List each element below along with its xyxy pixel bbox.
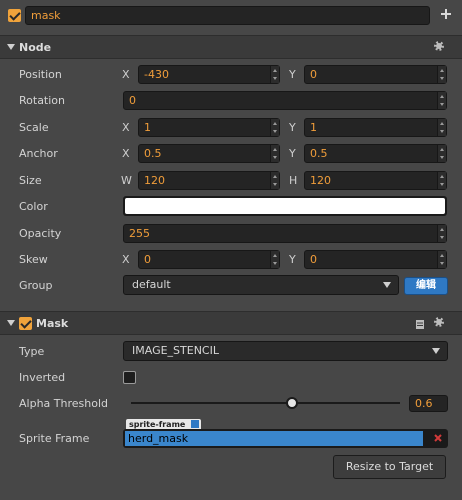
skew-y-label: Y (289, 253, 296, 266)
anchor-x-value: 0.5 (144, 147, 162, 160)
scale-x-input[interactable]: 1 (138, 118, 280, 137)
position-label: Position (19, 68, 62, 81)
color-swatch[interactable] (123, 196, 447, 216)
size-h-label: H (289, 174, 298, 187)
spinner-icon[interactable] (437, 119, 446, 136)
alpha-threshold-value: 0.6 (415, 397, 433, 410)
mask-section-header[interactable]: Mask (0, 311, 462, 335)
spinner-icon[interactable] (437, 251, 446, 268)
rotation-value: 0 (129, 94, 136, 107)
size-h-input[interactable]: 120 (304, 171, 447, 190)
collapse-triangle-icon[interactable] (7, 44, 15, 50)
color-label: Color (19, 200, 48, 213)
alpha-threshold-slider-thumb[interactable] (286, 397, 299, 409)
mask-enabled-checkbox[interactable] (19, 317, 32, 330)
sprite-frame-tag-text: sprite-frame (129, 420, 186, 429)
skew-x-input[interactable]: 0 (138, 250, 280, 269)
spinner-icon[interactable] (270, 145, 279, 162)
spinner-icon[interactable] (270, 172, 279, 189)
alpha-threshold-input[interactable]: 0.6 (409, 395, 448, 412)
color-swatch-fill (125, 198, 445, 214)
position-x-value: -430 (144, 68, 169, 81)
spinner-icon[interactable] (437, 92, 446, 109)
skew-y-value: 0 (310, 253, 317, 266)
size-w-input[interactable]: 120 (138, 171, 280, 190)
link-icon[interactable] (191, 420, 200, 428)
scale-y-value: 1 (310, 121, 317, 134)
spinner-icon[interactable] (437, 172, 446, 189)
skew-label: Skew (19, 253, 48, 266)
node-section-title: Node (19, 41, 52, 54)
rotation-label: Rotation (19, 94, 66, 107)
resize-to-target-button[interactable]: Resize to Target (333, 455, 446, 479)
skew-y-input[interactable]: 0 (304, 250, 447, 269)
position-y-label: Y (289, 68, 296, 81)
scale-y-label: Y (289, 121, 296, 134)
book-icon[interactable] (416, 319, 424, 329)
alpha-threshold-slider-track[interactable] (131, 402, 400, 404)
spinner-icon[interactable] (270, 251, 279, 268)
anchor-x-input[interactable]: 0.5 (138, 144, 280, 163)
gear-icon[interactable] (434, 41, 444, 51)
inverted-label: Inverted (19, 371, 66, 384)
skew-x-value: 0 (144, 253, 151, 266)
group-select-value: default (132, 278, 171, 291)
node-section-header[interactable]: Node (0, 35, 462, 59)
anchor-x-label: X (122, 147, 130, 160)
size-h-value: 120 (310, 174, 331, 187)
spinner-icon[interactable] (270, 119, 279, 136)
node-name-input[interactable]: mask (25, 6, 430, 25)
mask-section-title: Mask (36, 317, 69, 330)
plus-icon[interactable] (440, 8, 452, 20)
rotation-input[interactable]: 0 (123, 91, 447, 110)
size-w-value: 120 (144, 174, 165, 187)
scale-x-label: X (122, 121, 130, 134)
anchor-y-label: Y (289, 147, 296, 160)
sprite-frame-value: herd_mask (128, 432, 189, 445)
size-label: Size (19, 174, 42, 187)
collapse-triangle-icon[interactable] (7, 320, 15, 326)
type-label: Type (19, 345, 45, 358)
anchor-y-input[interactable]: 0.5 (304, 144, 447, 163)
scale-x-value: 1 (144, 121, 151, 134)
scale-y-input[interactable]: 1 (304, 118, 447, 137)
node-name-text: mask (31, 9, 61, 22)
group-label: Group (19, 279, 53, 292)
spinner-icon[interactable] (270, 66, 279, 83)
opacity-label: Opacity (19, 227, 62, 240)
close-icon[interactable] (432, 432, 444, 444)
sprite-frame-field[interactable]: herd_mask (123, 429, 448, 448)
position-x-label: X (122, 68, 130, 81)
opacity-value: 255 (129, 227, 150, 240)
inverted-checkbox[interactable] (123, 371, 136, 384)
group-select[interactable]: default (123, 275, 399, 295)
spinner-icon[interactable] (437, 145, 446, 162)
type-select[interactable]: IMAGE_STENCIL (123, 341, 448, 361)
type-select-value: IMAGE_STENCIL (132, 344, 219, 357)
opacity-input[interactable]: 255 (123, 224, 447, 243)
spinner-icon[interactable] (437, 225, 446, 242)
spinner-icon[interactable] (437, 66, 446, 83)
position-y-input[interactable]: 0 (304, 65, 447, 84)
chevron-down-icon (432, 348, 440, 354)
position-y-value: 0 (310, 68, 317, 81)
gear-icon[interactable] (434, 317, 444, 327)
anchor-y-value: 0.5 (310, 147, 328, 160)
size-w-label: W (121, 174, 132, 187)
node-active-checkbox[interactable] (8, 9, 21, 22)
chevron-down-icon (383, 282, 391, 288)
sprite-frame-asset[interactable]: herd_mask (125, 431, 423, 446)
scale-label: Scale (19, 121, 49, 134)
skew-x-label: X (122, 253, 130, 266)
group-edit-button[interactable]: 编辑 (404, 277, 448, 295)
position-x-input[interactable]: -430 (138, 65, 280, 84)
anchor-label: Anchor (19, 147, 58, 160)
alpha-threshold-label: Alpha Threshold (19, 397, 108, 410)
sprite-frame-label: Sprite Frame (19, 432, 90, 445)
